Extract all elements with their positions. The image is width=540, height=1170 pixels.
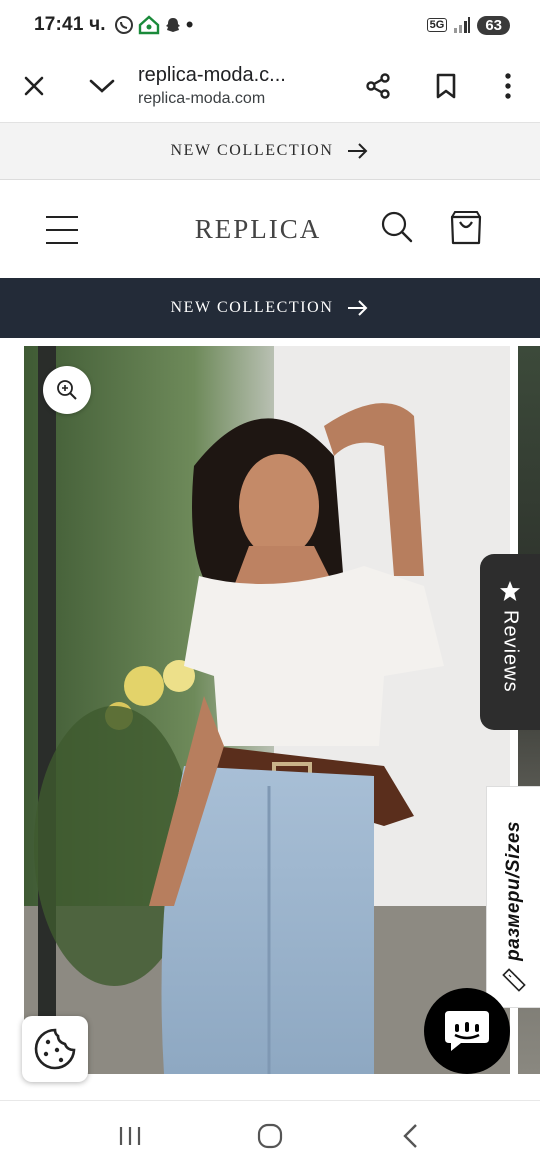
chevron-down-icon [89, 79, 115, 93]
announcement-text: NEW COLLECTION [170, 142, 334, 159]
announcement-bar-top[interactable]: NEW COLLECTION [0, 122, 540, 180]
system-nav-bar [0, 1100, 540, 1170]
chat-button[interactable] [424, 988, 510, 1074]
cookie-icon [34, 1028, 76, 1070]
back-button[interactable] [380, 1111, 440, 1161]
search-button[interactable] [380, 210, 416, 246]
screen: 17:41 ч. • 5G 63 replica-moda.c... repli… [0, 0, 540, 1170]
reviews-tab[interactable]: Reviews [480, 554, 540, 730]
url-area[interactable]: replica-moda.c... replica-moda.com [126, 64, 354, 108]
home-button[interactable] [240, 1111, 300, 1161]
share-icon [366, 73, 390, 99]
system-icons: 5G 63 [426, 15, 510, 35]
notification-icons: • [114, 12, 194, 37]
viber-icon [114, 16, 133, 34]
chat-icon [445, 1011, 489, 1051]
more-options-button[interactable] [484, 62, 532, 110]
back-icon [403, 1123, 417, 1148]
recents-icon [119, 1126, 141, 1145]
search-icon [381, 211, 413, 243]
minimize-button[interactable] [78, 62, 126, 110]
ruler-icon [501, 968, 526, 992]
more-vert-icon [505, 73, 511, 99]
battery-level: 63 [477, 15, 510, 35]
home-app-icon [138, 15, 159, 35]
share-button[interactable] [354, 62, 402, 110]
cart-button[interactable] [449, 210, 485, 246]
site-header: REPLICA [0, 180, 540, 278]
page-domain: replica-moda.com [138, 90, 266, 107]
arrow-right-icon [348, 300, 368, 316]
zoom-in-icon [57, 380, 77, 400]
signal-icon [454, 17, 471, 33]
home-icon [257, 1123, 283, 1148]
bag-icon [450, 211, 482, 245]
close-tab-button[interactable] [10, 62, 58, 110]
cookie-settings-button[interactable] [22, 1016, 88, 1082]
reviews-label: Reviews [499, 610, 522, 693]
arrow-right-icon [348, 143, 368, 159]
bookmark-icon [436, 73, 456, 99]
zoom-button[interactable] [43, 366, 91, 414]
announcement-bar-dark[interactable]: NEW COLLECTION [0, 278, 540, 338]
product-gallery[interactable] [0, 338, 540, 1083]
size-chart-tab[interactable]: размери/Sizes [486, 786, 540, 1008]
network-badge: 5G [426, 18, 448, 32]
recents-button[interactable] [100, 1111, 160, 1161]
announcement-text-dark: NEW COLLECTION [170, 299, 334, 316]
close-icon [24, 76, 44, 96]
product-photo[interactable] [24, 346, 510, 1074]
sizes-label: размери/Sizes [502, 821, 524, 961]
browser-toolbar: replica-moda.c... replica-moda.com [0, 50, 540, 122]
status-bar: 17:41 ч. • 5G 63 [0, 0, 540, 50]
site-logo[interactable]: REPLICA [0, 214, 516, 245]
star-icon [500, 581, 520, 601]
snapchat-icon [165, 18, 180, 32]
status-time: 17:41 ч. [34, 14, 106, 35]
product-image [24, 346, 510, 1074]
dot-icon: • [185, 12, 194, 37]
page-title: replica-moda.c... [138, 64, 286, 86]
bookmark-button[interactable] [422, 62, 470, 110]
